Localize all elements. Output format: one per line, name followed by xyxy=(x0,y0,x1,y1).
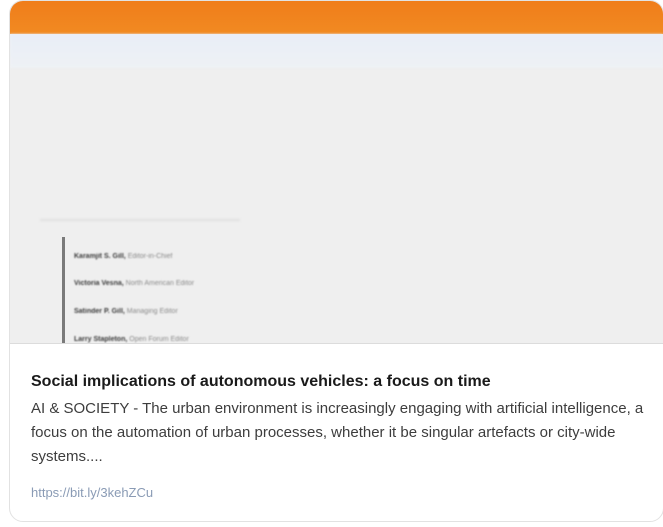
journal-subheader-strip xyxy=(10,34,663,68)
editor-role: Editor-in-Chief xyxy=(127,253,173,260)
editor-row: Satinder P. Gill, Managing Editor xyxy=(74,307,178,316)
journal-header-bar xyxy=(10,1,663,34)
card-description: AI & SOCIETY - The urban environment is … xyxy=(31,400,644,465)
editor-row: Larry Stapleton, Open Forum Editor xyxy=(74,335,189,343)
card-link[interactable]: https://bit.ly/3kehZCu xyxy=(31,485,153,500)
editor-name: Larry Stapleton, xyxy=(74,336,128,343)
editor-role: Managing Editor xyxy=(126,308,178,315)
card-title[interactable]: Social implications of autonomous vehicl… xyxy=(31,371,641,393)
editor-list-rule xyxy=(62,237,65,343)
preview-divider xyxy=(40,219,240,221)
link-preview-card[interactable]: Karamjit S. Gill, Editor-in-Chief Victor… xyxy=(9,0,663,522)
card-text: Social implications of autonomous vehicl… xyxy=(10,344,663,502)
editor-row: Karamjit S. Gill, Editor-in-Chief xyxy=(74,252,172,261)
editor-role: Open Forum Editor xyxy=(129,336,189,343)
editor-row: Victoria Vesna, North American Editor xyxy=(74,279,194,288)
preview-image[interactable]: Karamjit S. Gill, Editor-in-Chief Victor… xyxy=(10,1,663,344)
editor-name: Satinder P. Gill, xyxy=(74,308,125,315)
editor-name: Victoria Vesna, xyxy=(74,280,124,287)
editor-name: Karamjit S. Gill, xyxy=(74,253,126,260)
editor-role: North American Editor xyxy=(125,280,195,287)
